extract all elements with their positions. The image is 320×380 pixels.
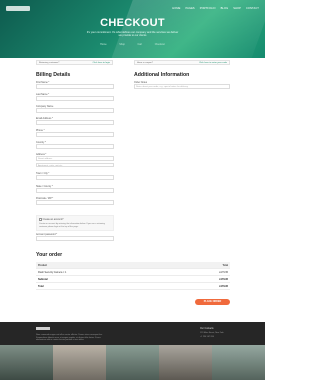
breadcrumb-home[interactable]: Home [100, 43, 106, 46]
top-nav: HOME PAGES PORTFOLIO BLOG SHOP CONTACT [6, 4, 259, 12]
country-select[interactable] [36, 144, 114, 149]
footer-about-text: Nam commodo augue aut tellus auctor effi… [36, 334, 103, 342]
breadcrumb-shop[interactable]: Shop [119, 43, 125, 46]
address2-input[interactable]: Apartment, suite, unit etc. [36, 162, 114, 167]
footer-contacts: Our Contacts 123 Main Street, New York +… [200, 328, 240, 338]
phone-field: Phone * [36, 129, 114, 137]
create-account-box: Create an account? Create an account by … [36, 215, 114, 231]
breadcrumb-cart[interactable]: Cart [138, 43, 143, 46]
footer-gallery [0, 345, 265, 380]
state-field: State / County * [36, 185, 114, 193]
first-name-field: First Name * [36, 81, 114, 89]
email-field: Email Address * [36, 117, 114, 125]
gallery-image[interactable] [53, 345, 106, 380]
nav-home[interactable]: HOME [172, 7, 180, 10]
first-name-input[interactable] [36, 84, 114, 89]
nav-blog[interactable]: BLOG [221, 7, 229, 10]
place-order-button[interactable]: PLACE ORDER [195, 299, 230, 305]
billing-title: Billing Details [36, 72, 71, 78]
nav-portfolio[interactable]: PORTFOLIO [200, 7, 216, 10]
gallery-image[interactable] [212, 345, 265, 380]
breadcrumb: Home Shop Cart Checkout [0, 43, 265, 46]
coupon-link[interactable]: Click here to enter your code [199, 62, 227, 64]
phone-input[interactable] [36, 132, 114, 137]
nav-contact[interactable]: CONTACT [246, 7, 259, 10]
order-table: Product Total Flash Security Camera × 1 … [36, 262, 230, 290]
order-notes-input[interactable]: Notes about your order, e.g. special not… [134, 84, 230, 89]
subtotal-row: Subtotal £179.95 [36, 276, 230, 283]
company-field: Company Name [36, 105, 114, 113]
nav-pages[interactable]: PAGES [185, 7, 194, 10]
footer-phone: +1 234 567 890 [200, 336, 214, 338]
postcode-field: Postcode / ZIP * [36, 197, 114, 205]
company-input[interactable] [36, 108, 114, 113]
breadcrumb-checkout: Checkout [154, 43, 165, 46]
gallery-image[interactable] [159, 345, 212, 380]
coupon-bar: Have a coupon? Click here to enter your … [134, 60, 230, 65]
gallery-image[interactable] [106, 345, 159, 380]
country-field: Country * [36, 141, 114, 149]
postcode-input[interactable] [36, 200, 114, 205]
total-row: Total £179.95 [36, 283, 230, 290]
state-input[interactable] [36, 188, 114, 193]
footer-contacts-title: Our Contacts [200, 328, 214, 330]
password-input[interactable] [36, 236, 114, 241]
create-account-checkbox[interactable]: Create an account? [39, 218, 111, 221]
additional-title: Additional Information [134, 72, 190, 78]
checkbox-icon[interactable] [39, 218, 42, 221]
account-note: Create an account by entering the inform… [39, 223, 105, 228]
page-title: CHECKOUT [100, 17, 165, 29]
hero-subtitle: It's your commitment. It's what defines … [86, 31, 179, 38]
last-name-field: Last Name * [36, 93, 114, 101]
order-notes-field: Order Notes Notes about your order, e.g.… [134, 81, 230, 89]
footer-address: 123 Main Street, New York [200, 332, 224, 334]
table-row: Flash Security Camera × 1 £179.95 [36, 269, 230, 276]
address-field: Address * Street address Apartment, suit… [36, 153, 114, 167]
nav-shop[interactable]: SHOP [233, 7, 241, 10]
last-name-input[interactable] [36, 96, 114, 101]
city-field: Town / City * [36, 172, 114, 180]
site-logo[interactable] [6, 5, 30, 11]
password-field: Account password * [36, 233, 114, 241]
order-title: Your order [36, 252, 63, 258]
city-input[interactable] [36, 175, 114, 180]
page-hero: HOME PAGES PORTFOLIO BLOG SHOP CONTACT C… [0, 0, 265, 58]
order-table-header: Product Total [36, 262, 230, 269]
returning-customer-bar: Returning customer? Click here to login [36, 60, 113, 65]
footer-logo[interactable] [36, 327, 50, 330]
login-link[interactable]: Click here to login [93, 62, 110, 64]
email-input[interactable] [36, 120, 114, 125]
address-input[interactable]: Street address [36, 156, 114, 161]
main-menu: HOME PAGES PORTFOLIO BLOG SHOP CONTACT [172, 7, 259, 10]
gallery-image[interactable] [0, 345, 53, 380]
